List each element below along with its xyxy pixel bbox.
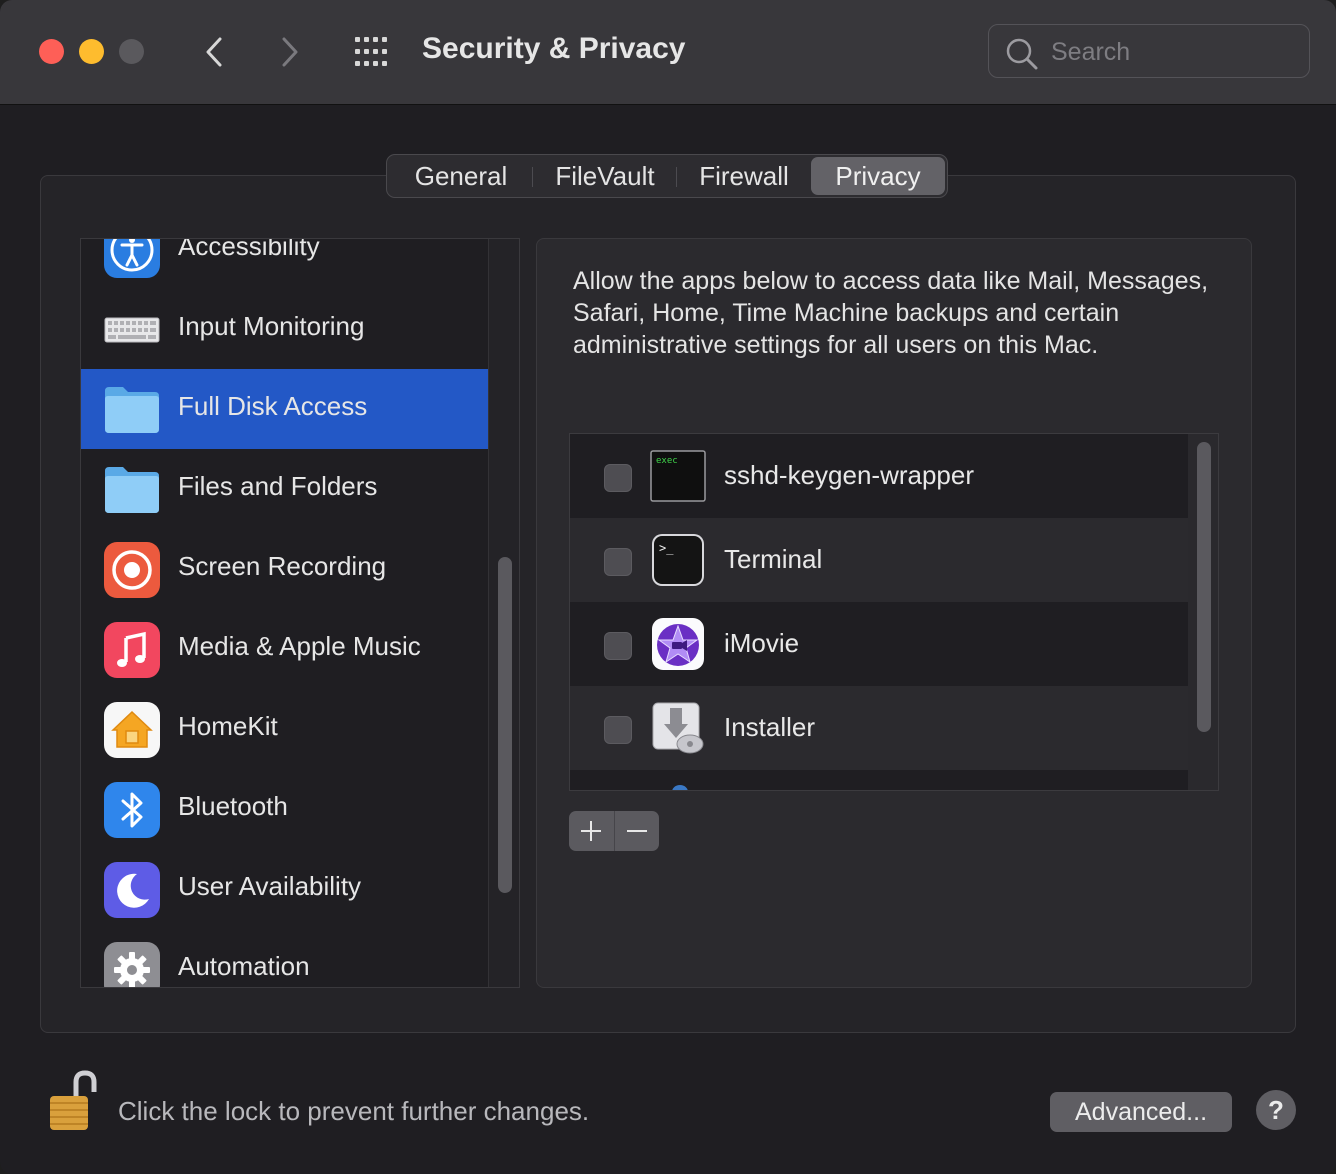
add-app-button[interactable]: [569, 811, 615, 851]
home-icon: [104, 702, 160, 758]
sidebar-item-files-and-folders[interactable]: Files and Folders: [81, 449, 488, 529]
forward-button[interactable]: [270, 30, 310, 74]
help-button[interactable]: ?: [1256, 1090, 1296, 1130]
app-label: iMovie: [724, 628, 800, 658]
advanced-button[interactable]: Advanced...: [1050, 1092, 1232, 1132]
sidebar-item-label: User Availability: [178, 871, 362, 901]
folder-icon: [105, 387, 159, 433]
app-checkbox[interactable]: [604, 632, 632, 660]
app-row-installer[interactable]: Installer: [570, 686, 1188, 770]
exec-icon: exec: [650, 450, 706, 502]
chevron-right-icon: [282, 37, 298, 67]
privacy-detail-pane: Allow the apps below to access data like…: [536, 238, 1252, 988]
app-list[interactable]: exec sshd-keygen-wrapper >_ Terminal iMo…: [569, 433, 1219, 791]
search-input[interactable]: [1049, 33, 1293, 71]
app-checkbox[interactable]: [604, 548, 632, 576]
sidebar-item-homekit[interactable]: HomeKit: [81, 689, 488, 769]
sidebar-item-label: Automation: [178, 951, 310, 981]
sidebar-item-input-monitoring[interactable]: Input Monitoring: [81, 289, 488, 369]
keyboard-icon: [104, 317, 160, 343]
bluetooth-icon: [104, 782, 160, 838]
app-row-imovie[interactable]: iMovie: [570, 602, 1188, 686]
app-checkbox[interactable]: [604, 464, 632, 492]
sidebar-item-accessibility[interactable]: Accessibility: [81, 238, 488, 289]
privacy-description: Allow the apps below to access data like…: [573, 267, 1209, 359]
app-row-partial[interactable]: [570, 770, 1188, 790]
close-button[interactable]: [39, 39, 64, 64]
exec-icon-text: exec: [656, 456, 678, 466]
app-list-scroll-thumb[interactable]: [1197, 442, 1211, 732]
installer-icon: [652, 702, 704, 754]
tab-general[interactable]: General: [389, 157, 533, 195]
gear-icon: [104, 942, 160, 987]
sidebar-item-media-apple-music[interactable]: Media & Apple Music: [81, 609, 488, 689]
sidebar-item-label: Full Disk Access: [178, 391, 368, 421]
sidebar-item-screen-recording[interactable]: Screen Recording: [81, 529, 488, 609]
tab-privacy[interactable]: Privacy: [811, 157, 945, 195]
sidebar-item-label: Accessibility: [178, 238, 320, 261]
sidebar-item-label: Input Monitoring: [178, 311, 365, 341]
sidebar-item-automation[interactable]: Automation: [81, 929, 488, 987]
grid-icon: [355, 37, 387, 66]
window-title: Security & Privacy: [422, 32, 686, 65]
chevron-left-icon: [206, 37, 222, 67]
app-label: Installer: [724, 712, 816, 742]
app-partial-icon: [672, 785, 688, 790]
sidebar-item-label: Media & Apple Music: [178, 631, 421, 661]
sidebar-item-label: Files and Folders: [178, 471, 378, 501]
plus-icon: [581, 821, 602, 841]
screen-recording-icon: [104, 542, 160, 598]
app-checkbox[interactable]: [604, 716, 632, 744]
tab-firewall[interactable]: Firewall: [677, 157, 811, 195]
tab-filevault[interactable]: FileVault: [533, 157, 677, 195]
accessibility-icon: [104, 239, 160, 278]
minus-icon: [626, 830, 647, 832]
minimize-button[interactable]: [79, 39, 104, 64]
folder-icon: [105, 467, 159, 513]
app-row-sshd-keygen-wrapper[interactable]: exec sshd-keygen-wrapper: [570, 434, 1188, 518]
terminal-icon-text: >_: [659, 541, 674, 555]
sidebar-item-bluetooth[interactable]: Bluetooth: [81, 769, 488, 849]
security-privacy-window: Security & Privacy General FileVault Fir…: [0, 0, 1336, 1174]
sidebar-scroll-thumb[interactable]: [498, 557, 512, 893]
search-field[interactable]: [988, 24, 1310, 78]
title-bar: Security & Privacy: [0, 0, 1336, 105]
imovie-icon: [652, 618, 704, 670]
lock-icon[interactable]: [46, 1070, 102, 1134]
app-list-scrollbar[interactable]: [1188, 434, 1218, 790]
back-button[interactable]: [194, 30, 234, 74]
app-row-terminal[interactable]: >_ Terminal: [570, 518, 1188, 602]
sidebar-item-label: Screen Recording: [178, 551, 387, 581]
add-remove-control: [569, 811, 659, 851]
zoom-button[interactable]: [119, 39, 144, 64]
terminal-icon: >_: [652, 534, 704, 586]
sidebar-item-label: HomeKit: [178, 711, 278, 741]
sidebar-item-user-availability[interactable]: User Availability: [81, 849, 488, 929]
remove-app-button[interactable]: [615, 811, 660, 851]
sidebar-item-full-disk-access[interactable]: Full Disk Access: [81, 369, 488, 449]
show-all-button[interactable]: [352, 34, 392, 70]
search-icon: [1006, 38, 1038, 70]
sidebar-item-label: Bluetooth: [178, 791, 288, 821]
app-label: Terminal: [724, 544, 823, 574]
privacy-category-list[interactable]: Accessibility Input Monitoring Full Disk…: [80, 238, 520, 988]
lock-status-text: Click the lock to prevent further change…: [118, 1096, 590, 1126]
moon-icon: [104, 862, 160, 918]
sidebar-scrollbar[interactable]: [488, 239, 519, 987]
music-icon: [104, 622, 160, 678]
tab-bar: General FileVault Firewall Privacy: [386, 154, 948, 198]
app-label: sshd-keygen-wrapper: [724, 460, 975, 490]
